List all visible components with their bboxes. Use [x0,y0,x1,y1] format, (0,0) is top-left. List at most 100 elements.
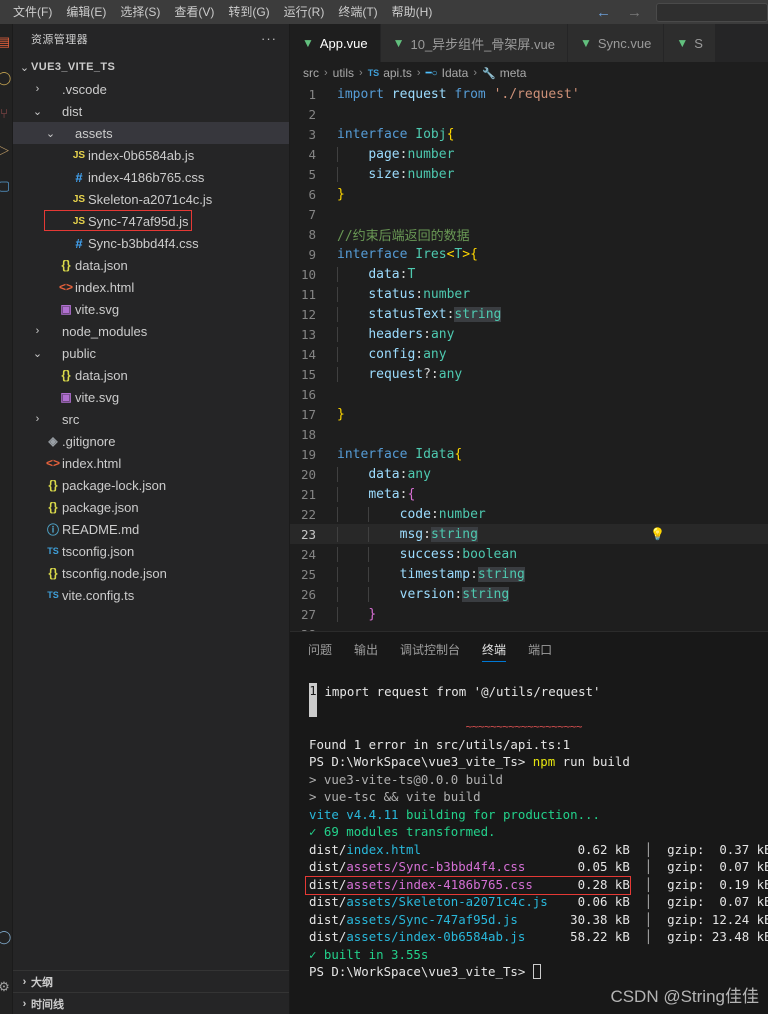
back-arrow-icon[interactable]: ← [596,5,611,20]
tree-item-sync-b3bbd4f4-css[interactable]: # Sync-b3bbd4f4.css [13,232,289,254]
chevron-down-icon[interactable]: ⌄ [31,347,44,360]
file-type-icon: {} [61,368,71,382]
menu-item-3[interactable]: 查看(V) [167,2,221,22]
terminal-squiggle-line: ~~~~~~~~~~~~~~~~~~~ [309,717,768,736]
tree-item--gitignore[interactable]: ◈ .gitignore [13,430,289,452]
chevron-right-icon[interactable]: › [18,998,31,1010]
chevron-right-icon[interactable]: › [18,976,31,988]
tree-item-sync-747af95d-js[interactable]: JS Sync-747af95d.js [13,210,289,232]
breadcrumb: src › utils › TS api.ts › ━○ Idata › 🔧 meta [290,62,768,84]
tree-item-index-4186b765-css[interactable]: # index-4186b765.css [13,166,289,188]
menu-item-7[interactable]: 帮助(H) [385,2,440,22]
panel-tab-输出[interactable]: 输出 [354,632,378,667]
editor-tab-1[interactable]: ▼ 10_异步组件_骨架屏.vue [380,24,568,62]
breadcrumb-item-1[interactable]: utils [333,66,354,80]
tree-item-public[interactable]: ⌄ public [13,342,289,364]
sidebar-section-时间线[interactable]: › 时间线 [13,992,289,1014]
menu-item-0[interactable]: 文件(F) [6,2,59,22]
more-actions-icon[interactable]: ··· [261,32,277,45]
file-type-icon: # [75,235,83,251]
tree-item-tsconfig-node-json[interactable]: {} tsconfig.node.json [13,562,289,584]
code-token: statusText [368,306,447,322]
editor-tab-3[interactable]: ▼ S [664,24,716,62]
tree-root-row[interactable]: ⌄ VUE3_VITE_TS [13,56,289,78]
chevron-right-icon[interactable]: › [31,413,44,425]
sidebar-section-大纲[interactable]: › 大纲 [13,970,289,992]
editor-tab-2[interactable]: ▼ Sync.vue [567,24,665,62]
panel-tab-终端[interactable]: 终端 [482,632,507,667]
menu-item-1[interactable]: 编辑(E) [59,2,113,22]
command-search-box[interactable] [656,3,768,22]
code-text: request?:any [337,366,462,382]
editor-tab-0[interactable]: ▼ App.vue [290,24,381,62]
breadcrumb-label: meta [499,66,527,80]
menu-item-2[interactable]: 选择(S) [113,2,167,22]
lightbulb-icon[interactable]: 💡 [650,528,665,540]
breadcrumb-separator: › [473,67,477,79]
code-token: : [415,286,424,302]
terminal-output[interactable]: 1 import request from '@/utils/request' … [290,667,768,1014]
breadcrumb-item-2[interactable]: TS api.ts [368,66,412,80]
build-file-dir: dist/ [309,876,347,892]
settings-gear-icon[interactable]: ⚙ [0,979,12,995]
code-line: 27 } [290,604,768,624]
breadcrumb-item-0[interactable]: src [303,66,319,80]
line-number: 10 [300,266,316,282]
menu-item-6[interactable]: 终端(T) [331,2,384,22]
editor-tab-label: S [694,35,703,51]
code-editor[interactable]: 1 import request from './request' 2 3 interf… [290,84,768,631]
tree-item-dist[interactable]: ⌄ dist [13,100,289,122]
chevron-down-icon[interactable]: ⌄ [31,105,44,118]
breadcrumb-item-3[interactable]: ━○ Idata [426,66,469,80]
line-number: 3 [308,126,316,142]
source-control-icon[interactable]: ⑂ [0,106,12,122]
tree-item-vite-config-ts[interactable]: TS vite.config.ts [13,584,289,606]
line-number: 1 [308,86,316,102]
tree-item-index-html[interactable]: <> index.html [13,276,289,298]
tree-item--vscode[interactable]: › .vscode [13,78,289,100]
tree-item-package-json[interactable]: {} package.json [13,496,289,518]
line-number: 11 [300,286,316,302]
search-icon[interactable]: ◯ [0,70,12,86]
chevron-down-icon[interactable]: ⌄ [44,127,57,140]
tree-item-vite-svg[interactable]: ▣ vite.svg [13,386,289,408]
panel-tab-端口[interactable]: 端口 [528,632,552,667]
forward-arrow-icon[interactable]: → [627,5,642,20]
tree-item-node-modules[interactable]: › node_modules [13,320,289,342]
explorer-icon[interactable]: ▤ [0,34,12,50]
extensions-icon[interactable]: ▢ [0,178,12,194]
tree-item-readme-md[interactable]: ⓘ README.md [13,518,289,540]
tree-item-index-0b6584ab-js[interactable]: JS index-0b6584ab.js [13,144,289,166]
code-token: from [454,86,486,102]
breadcrumb-label: utils [332,66,355,80]
indent-guide [337,286,338,302]
panel-tab-调试控制台[interactable]: 调试控制台 [400,632,460,667]
menu-item-5[interactable]: 运行(R) [277,2,332,22]
tree-item-assets[interactable]: ⌄ assets [13,122,289,144]
tree-item-tsconfig-json[interactable]: TS tsconfig.json [13,540,289,562]
menu-item-4[interactable]: 转到(G) [221,2,276,22]
breadcrumb-item-4[interactable]: 🔧 meta [482,66,526,80]
build-file-size: 30.38 kB [562,911,630,927]
indent-guide [337,506,338,522]
tree-item-vite-svg[interactable]: ▣ vite.svg [13,298,289,320]
build-file-divider: │ [629,894,668,909]
chevron-down-icon[interactable]: ⌄ [18,61,31,74]
tree-item-data-json[interactable]: {} data.json [13,254,289,276]
terminal-modules-line: ✓ 69 modules transformed. [309,823,768,841]
tree-item-data-json[interactable]: {} data.json [13,364,289,386]
tree-item-index-html[interactable]: <> index.html [13,452,289,474]
chevron-right-icon[interactable]: › [31,325,44,337]
tree-item-package-lock-json[interactable]: {} package-lock.json [13,474,289,496]
run-debug-icon[interactable]: ▷ [0,142,12,158]
terminal-error-squiggle: ~~~~~~~~~~~~~~~~~~~ [465,720,583,733]
code-line: 17} [290,404,768,424]
tree-item-src[interactable]: › src [13,408,289,430]
line-number: 21 [300,486,316,502]
panel-tab-问题[interactable]: 问题 [308,632,332,667]
tree-item-skeleton-a2071c4c-js[interactable]: JS Skeleton-a2071c4c.js [13,188,289,210]
account-icon[interactable]: ◯ [0,929,12,945]
chevron-right-icon[interactable]: › [31,83,44,95]
breadcrumb-separator: › [416,67,421,79]
